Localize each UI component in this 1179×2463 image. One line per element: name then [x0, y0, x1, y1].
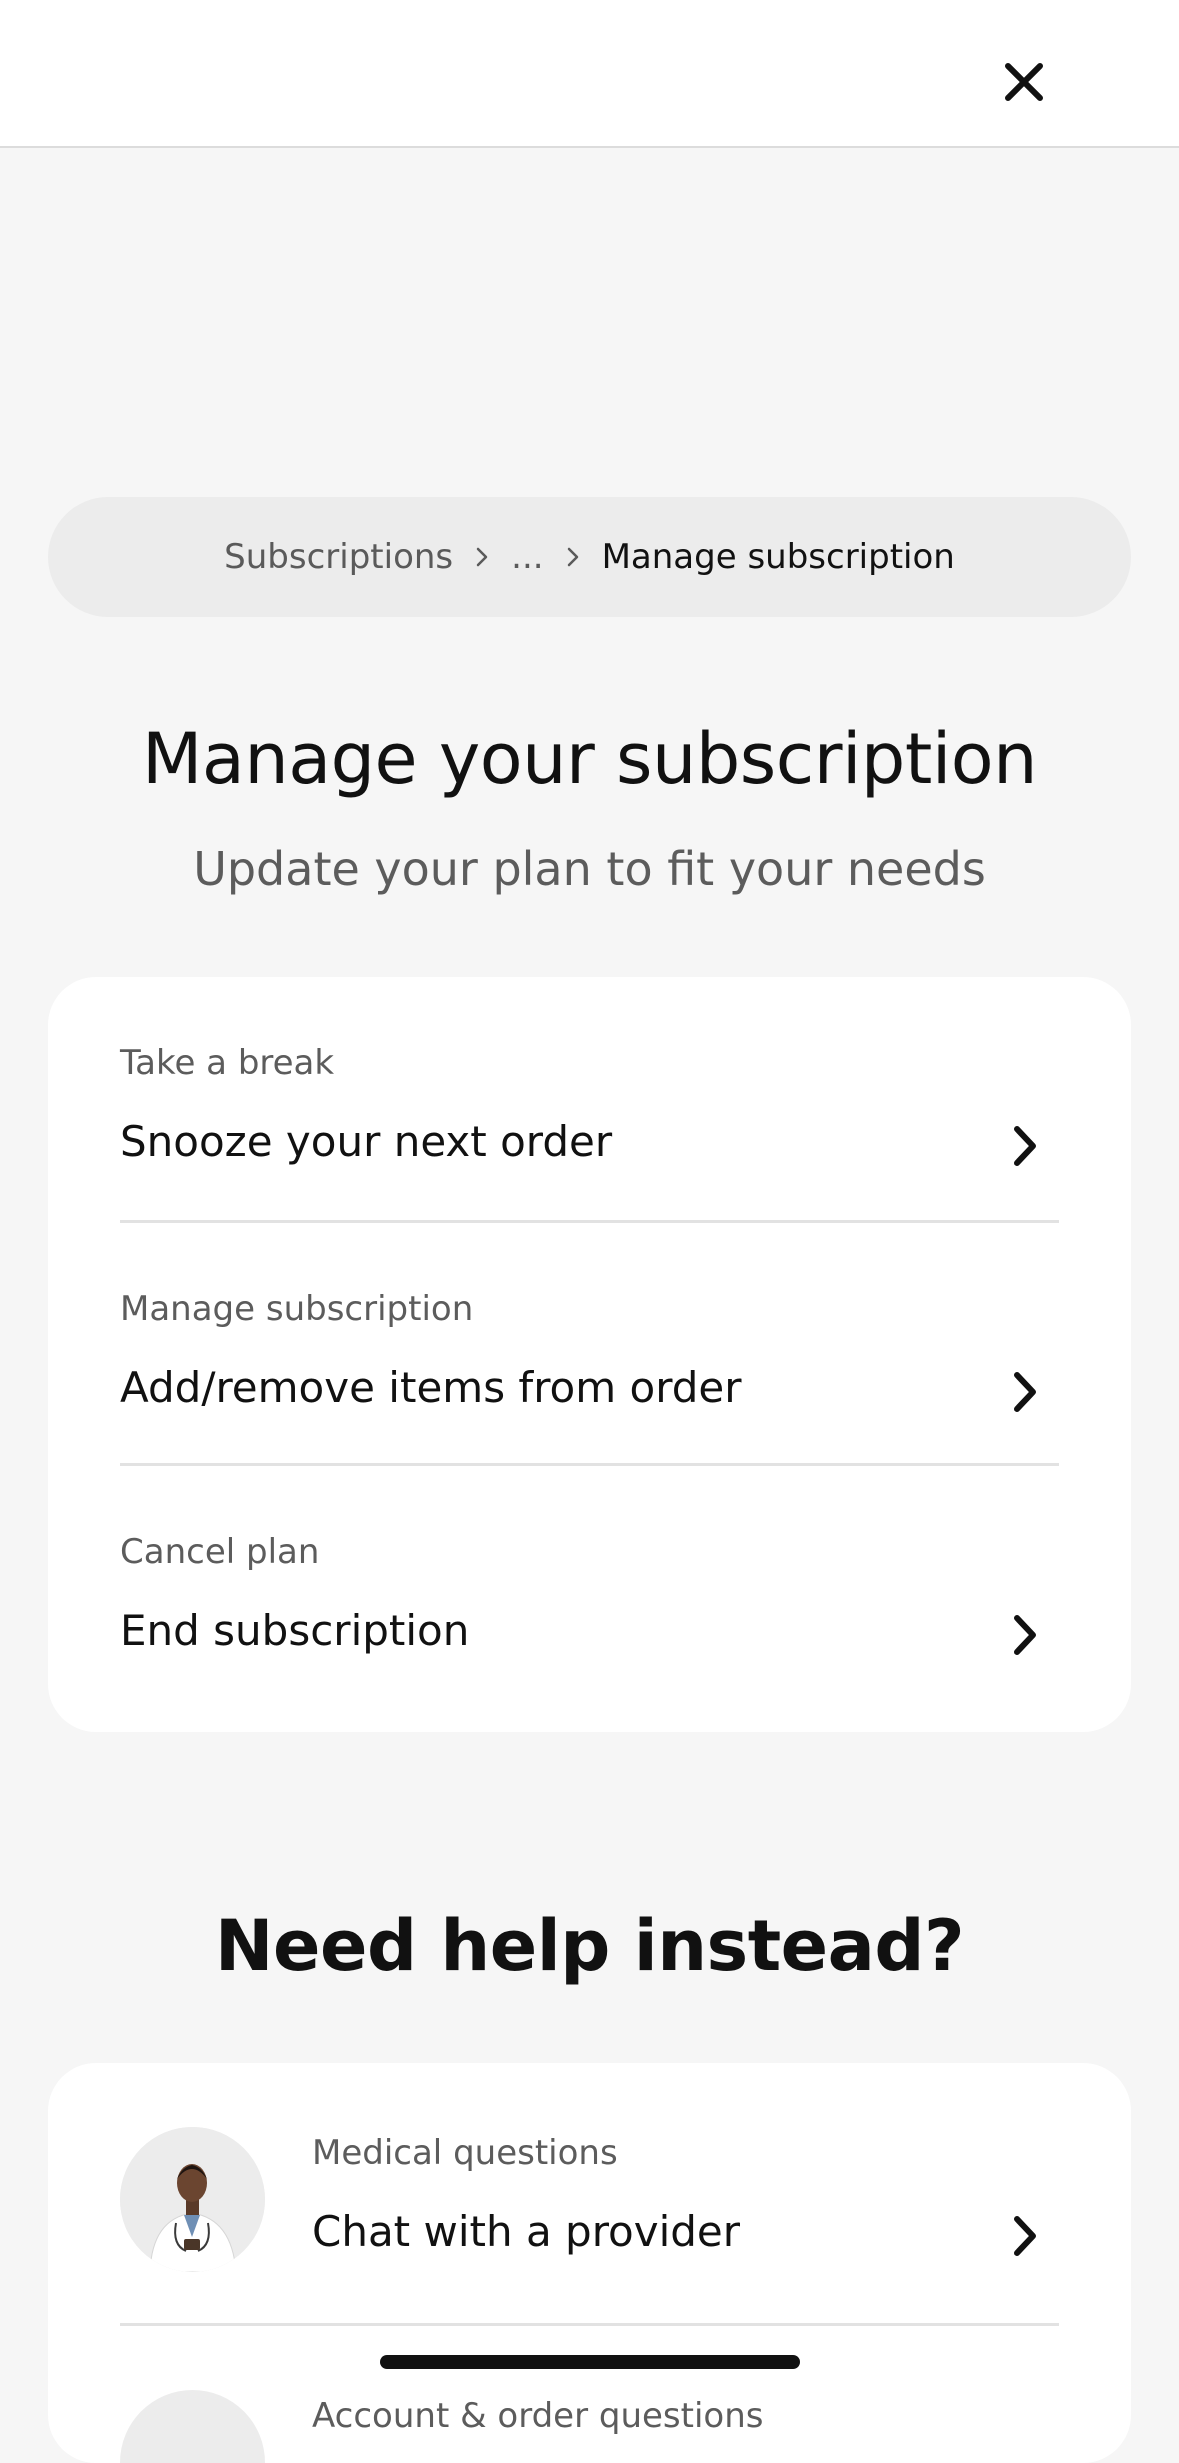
provider-avatar [120, 2127, 265, 2272]
chevron-right-icon [1014, 1126, 1036, 1166]
option-label: Snooze your next order [120, 1117, 613, 1166]
support-avatar [120, 2390, 265, 2463]
top-bar [0, 0, 1179, 148]
chat-with-provider-option[interactable]: Medical questions Chat with a provider [120, 2063, 1059, 2323]
chevron-right-icon [475, 546, 489, 568]
chevron-right-icon [1014, 2216, 1036, 2256]
option-label: Add/remove items from order [120, 1363, 742, 1412]
home-indicator [380, 2355, 800, 2369]
close-icon [1005, 63, 1043, 101]
snooze-order-option[interactable]: Take a break Snooze your next order [120, 977, 1059, 1220]
option-label: End subscription [120, 1606, 470, 1655]
option-eyebrow: Account & order questions [312, 2396, 764, 2436]
option-eyebrow: Manage subscription [120, 1289, 474, 1329]
chevron-right-icon [1014, 1615, 1036, 1655]
option-label: Chat with a provider [312, 2207, 741, 2256]
option-eyebrow: Medical questions [312, 2133, 618, 2173]
end-subscription-option[interactable]: Cancel plan End subscription [120, 1463, 1059, 1706]
option-eyebrow: Cancel plan [120, 1532, 320, 1572]
option-eyebrow: Take a break [120, 1043, 335, 1083]
subscription-options-card: Take a break Snooze your next order Mana… [48, 977, 1131, 1732]
page-title: Manage your subscription [142, 718, 1037, 800]
help-options-card: Medical questions Chat with a provider A… [48, 2063, 1131, 2463]
breadcrumb-item-subscriptions[interactable]: Subscriptions [224, 537, 453, 577]
page-subtitle: Update your plan to fit your needs [193, 842, 986, 896]
account-order-questions-option[interactable]: Account & order questions [120, 2323, 1059, 2463]
chevron-right-icon [566, 546, 580, 568]
breadcrumb: Subscriptions ... Manage subscription [48, 497, 1131, 617]
add-remove-items-option[interactable]: Manage subscription Add/remove items fro… [120, 1220, 1059, 1463]
chevron-right-icon [1014, 1372, 1036, 1412]
breadcrumb-item-ellipsis[interactable]: ... [511, 537, 543, 577]
close-button[interactable] [994, 52, 1054, 112]
help-section-title: Need help instead? [214, 1905, 965, 1987]
breadcrumb-item-current: Manage subscription [601, 537, 955, 577]
